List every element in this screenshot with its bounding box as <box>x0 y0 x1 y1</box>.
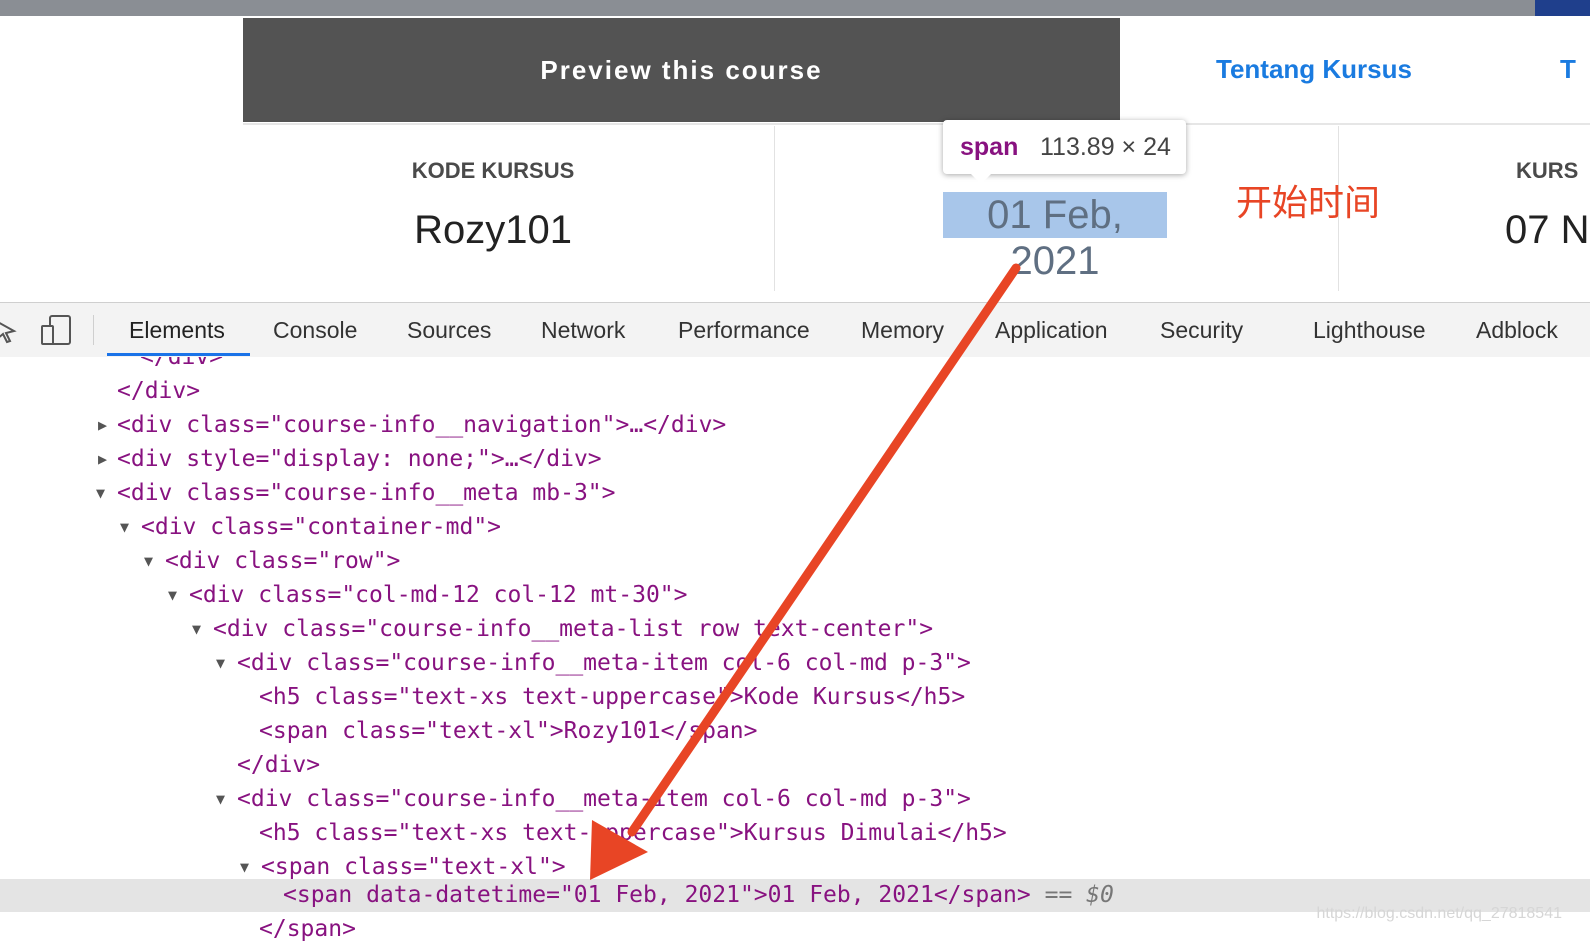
annotation-arrow-icon <box>590 263 1021 880</box>
